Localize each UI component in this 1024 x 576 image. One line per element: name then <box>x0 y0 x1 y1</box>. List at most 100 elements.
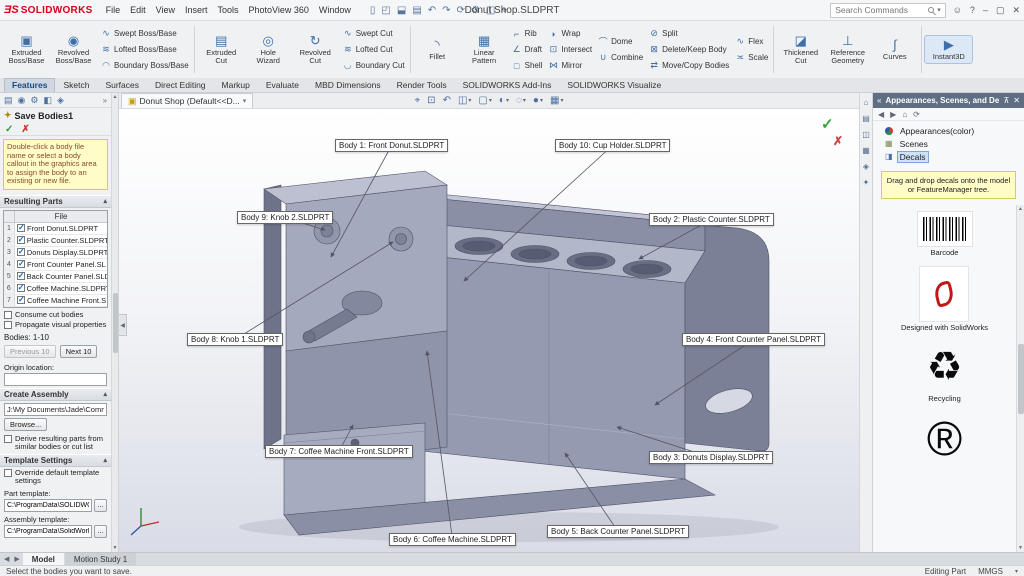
ribbon-button-lofted-cut[interactable]: ≋Lofted Cut <box>341 42 395 57</box>
ribbon-button-instant3d[interactable]: ▶Instant3D <box>925 36 972 63</box>
document-tab[interactable]: ▣ Donut Shop (Default<<D... ▾ <box>121 93 253 108</box>
document-tab-dropdown-icon[interactable]: ▾ <box>243 97 247 105</box>
assembly-template-input[interactable] <box>4 525 92 538</box>
assembly-path-input[interactable] <box>4 403 107 416</box>
scroll-down-icon[interactable]: ▼ <box>1018 545 1023 551</box>
ribbon-button-hole-wizard[interactable]: ◎Hole Wizard <box>245 32 292 67</box>
units-dropdown-icon[interactable]: ▾ <box>1015 568 1018 575</box>
open-icon[interactable]: ◰ <box>381 5 390 16</box>
body-callout[interactable]: Body 9: Knob 2.SLDPRT <box>237 211 333 224</box>
edit-appearance-icon[interactable]: ●▾ <box>533 95 543 106</box>
ribbon-button-revolved-cut[interactable]: ↻Revolved Cut <box>292 32 339 67</box>
tree-item-decals[interactable]: ◨Decals <box>873 150 1024 163</box>
table-row[interactable]: 7Coffee Machine Front.S <box>4 295 107 307</box>
section-resulting-parts[interactable]: Resulting Parts ▴ <box>0 195 111 208</box>
home-icon[interactable]: ⌂ <box>902 110 907 119</box>
ok-button[interactable]: ✓ <box>5 124 13 135</box>
back-icon[interactable]: ◀ <box>878 110 884 119</box>
checkbox-box[interactable] <box>4 321 12 329</box>
redo-icon[interactable]: ↷ <box>442 5 450 16</box>
units-selector[interactable]: MMGS <box>978 567 1003 576</box>
menu-insert[interactable]: Insert <box>180 3 213 17</box>
close-pane-icon[interactable]: ✕ <box>1013 96 1020 105</box>
ribbon-button-curves[interactable]: ∫Curves <box>871 36 918 63</box>
tab-evaluate[interactable]: Evaluate <box>258 78 307 92</box>
body-callout[interactable]: Body 5: Back Counter Panel.SLDPRT <box>547 525 689 538</box>
section-create-assembly[interactable]: Create Assembly ▴ <box>0 388 111 401</box>
close-icon[interactable]: ✕ <box>1012 5 1020 16</box>
refresh-icon[interactable]: ⟳ <box>913 110 920 119</box>
model-tab-model[interactable]: Model <box>23 553 64 565</box>
ribbon-button-intersect[interactable]: ⊡Intersect <box>546 42 594 57</box>
tab-direct-editing[interactable]: Direct Editing <box>147 78 214 92</box>
ribbon-button-swept-cut[interactable]: ∿Swept Cut <box>341 26 395 41</box>
menu-window[interactable]: Window <box>314 3 356 17</box>
table-row[interactable]: 3Donuts Display.SLDPRT <box>4 247 107 259</box>
row-checkbox[interactable] <box>17 248 25 256</box>
checkbox-box[interactable] <box>4 311 12 319</box>
featuremanager-tab-icon[interactable]: ▤ <box>4 95 13 106</box>
decal-item-barcode[interactable]: Barcode <box>917 211 973 257</box>
ribbon-button-draft[interactable]: ∠Draft <box>510 42 544 57</box>
ribbon-button-reference-geometry[interactable]: ⊥Reference Geometry <box>824 32 871 67</box>
table-row[interactable]: 6Coffee Machine.SLDPRT <box>4 283 107 295</box>
body-callout[interactable]: Body 7: Coffee Machine Front.SLDPRT <box>265 445 413 458</box>
configurationmanager-tab-icon[interactable]: ⚙ <box>30 95 38 106</box>
section-template-settings[interactable]: Template Settings ▴ <box>0 454 111 467</box>
ribbon-button-fillet[interactable]: ◝Fillet <box>414 36 461 63</box>
row-checkbox[interactable] <box>17 296 25 304</box>
ribbon-button-swept-boss-base[interactable]: ∿Swept Boss/Base <box>99 26 179 41</box>
view-palette-tab-icon[interactable]: ▦ <box>862 146 870 155</box>
zoom-fit-icon[interactable]: ⌖ <box>415 95 421 106</box>
appearances-tab-icon[interactable]: ◈ <box>863 162 869 171</box>
body-callout[interactable]: Body 10: Cup Holder.SLDPRT <box>555 139 670 152</box>
tab-mbd-dimensions[interactable]: MBD Dimensions <box>307 78 389 92</box>
derive-resulting-parts-checkbox[interactable]: Derive resulting parts from similar bodi… <box>0 433 111 452</box>
collapse-pane-icon[interactable]: « <box>877 96 881 105</box>
body-callout[interactable]: Body 8: Knob 1.SLDPRT <box>187 333 283 346</box>
search-dropdown-icon[interactable]: ▾ <box>937 6 941 14</box>
confirm-cancel-icon[interactable]: ✗ <box>833 134 843 148</box>
part-template-browse-button[interactable]: ... <box>94 499 107 512</box>
assembly-template-browse-button[interactable]: ... <box>94 525 107 538</box>
confirm-ok-icon[interactable]: ✓ <box>821 115 834 133</box>
help-icon[interactable]: ? <box>970 5 975 15</box>
ribbon-button-linear-pattern[interactable]: ▦Linear Pattern <box>461 32 508 67</box>
propagate-visual-properties-checkbox[interactable]: Propagate visual properties <box>0 319 111 330</box>
ribbon-button-extruded-cut[interactable]: ▤Extruded Cut <box>198 32 245 67</box>
ribbon-button-move-copy-bodies[interactable]: ⇄Move/Copy Bodies <box>647 58 731 73</box>
design-library-tab-icon[interactable]: ▤ <box>862 114 870 123</box>
tab-solidworks-visualize[interactable]: SOLIDWORKS Visualize <box>559 78 669 92</box>
ribbon-button-revolved-boss-base[interactable]: ◉Revolved Boss/Base <box>50 32 97 67</box>
ribbon-button-rib[interactable]: ⌐Rib <box>510 26 539 41</box>
ribbon-button-lofted-boss-base[interactable]: ≋Lofted Boss/Base <box>99 42 179 57</box>
body-callout[interactable]: Body 1: Front Donut.SLDPRT <box>335 139 448 152</box>
tab-markup[interactable]: Markup <box>214 78 258 92</box>
decal-item-designed-with-solidworks[interactable]: Designed with SolidWorks <box>901 266 988 332</box>
previous-10-button[interactable]: Previous 10 <box>4 345 56 358</box>
scroll-up-icon[interactable]: ▲ <box>1018 206 1023 212</box>
dimxpertmanager-tab-icon[interactable]: ◧ <box>43 95 52 106</box>
tab-render-tools[interactable]: Render Tools <box>389 78 455 92</box>
menu-edit[interactable]: Edit <box>125 3 151 17</box>
browse-button[interactable]: Browse... <box>4 418 47 431</box>
consume-cut-bodies-checkbox[interactable]: Consume cut bodies <box>0 309 111 320</box>
decal-item-registered[interactable]: ® <box>927 412 962 468</box>
section-view-icon[interactable]: ◫▾ <box>458 95 471 106</box>
view-settings-icon[interactable]: ▦▾ <box>550 95 563 106</box>
ribbon-button-shell[interactable]: □Shell <box>510 58 545 73</box>
tab-scroll-right-icon[interactable]: ▶ <box>12 555 21 563</box>
row-checkbox[interactable] <box>17 224 25 232</box>
propertymanager-tab-icon[interactable]: ◉ <box>18 95 26 106</box>
maximize-icon[interactable]: ▢ <box>996 5 1005 16</box>
ribbon-button-delete-keep-body[interactable]: ⊠Delete/Keep Body <box>647 42 729 57</box>
ribbon-button-extruded-boss-base[interactable]: ▣Extruded Boss/Base <box>3 32 50 67</box>
ribbon-button-thickened-cut[interactable]: ◪Thickened Cut <box>777 32 824 67</box>
ribbon-button-dome[interactable]: ⌒Dome <box>596 34 634 49</box>
file-explorer-tab-icon[interactable]: ◫ <box>862 130 870 139</box>
ribbon-button-mirror[interactable]: ⋈Mirror <box>546 58 584 73</box>
scrollbar-thumb[interactable] <box>113 293 118 353</box>
decal-item-recycling[interactable]: ♻Recycling <box>927 341 963 403</box>
body-callout[interactable]: Body 6: Coffee Machine.SLDPRT <box>389 533 516 546</box>
row-checkbox[interactable] <box>17 284 25 292</box>
